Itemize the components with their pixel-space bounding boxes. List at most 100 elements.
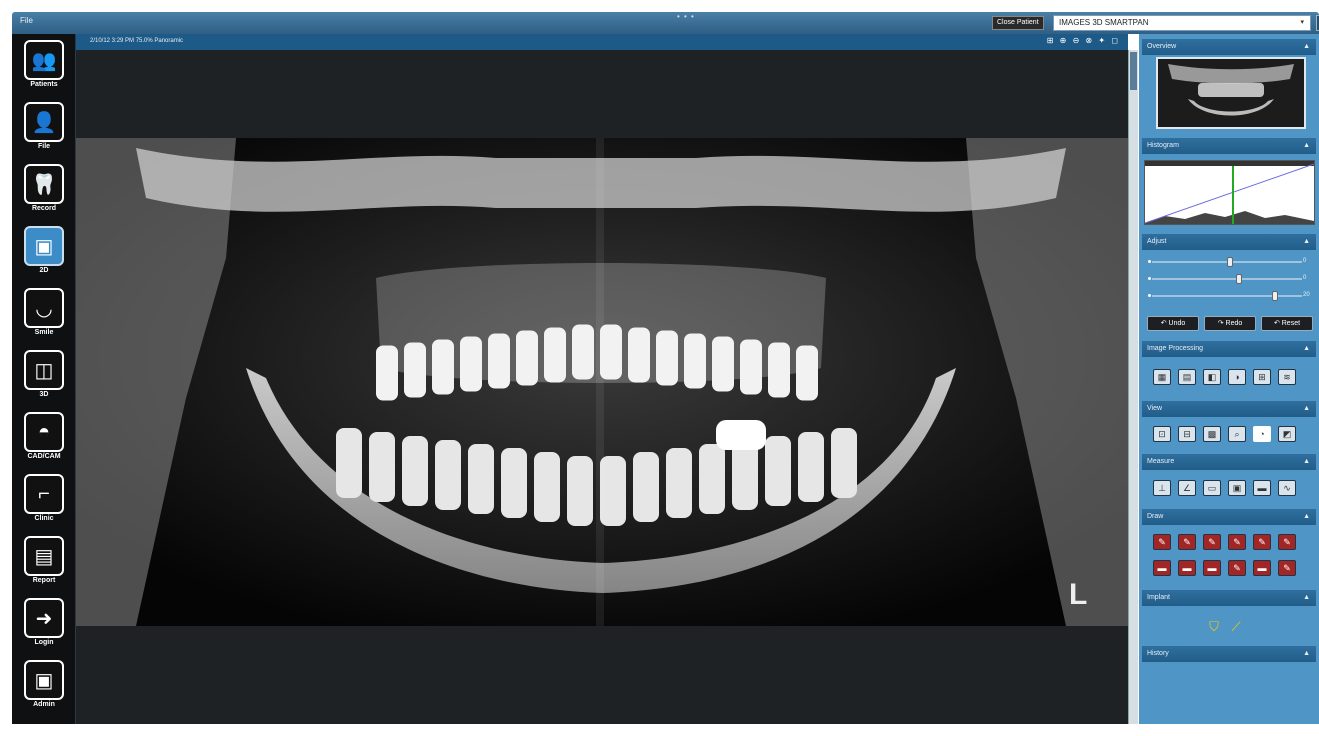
draw-ellipse-icon[interactable]: ✎	[1253, 534, 1271, 550]
wave-icon[interactable]: ≋	[1278, 369, 1296, 385]
nav-item-3d[interactable]: ◫ 3D	[18, 350, 70, 398]
report-icon[interactable]: ▤	[24, 536, 64, 576]
undo-button[interactable]: ↶ Undo	[1147, 316, 1199, 331]
implant-tool-icon[interactable]: ⟋	[1229, 619, 1243, 637]
compare-icon[interactable]: ⊟	[1178, 426, 1196, 442]
dental-chair-icon[interactable]: ⌐	[24, 474, 64, 514]
viewer-scrollbar[interactable]	[1128, 50, 1138, 724]
nav-item-record[interactable]: 🦷 Record	[18, 164, 70, 212]
collapse-caret-icon[interactable]: ▲	[1303, 646, 1310, 662]
viewer-tool-icons[interactable]: ⊞ ⊕ ⊖ ⊗ ✦ ◻	[1047, 36, 1120, 45]
nav-label: Smile	[34, 329, 54, 336]
login-arrow-icon[interactable]: ➜	[24, 598, 64, 638]
nav-label: Record	[31, 205, 57, 212]
flip-icon[interactable]: ◩	[1278, 426, 1296, 442]
crown-icon[interactable]: ◓	[24, 412, 64, 452]
density-icon[interactable]: ∿	[1278, 480, 1296, 496]
adjust-slider[interactable]	[1152, 291, 1302, 301]
collapse-caret-icon[interactable]: ▲	[1303, 590, 1310, 606]
panoramic-xray-image[interactable]: L	[76, 138, 1128, 626]
draw-stamp-icon[interactable]: ▬	[1253, 560, 1271, 576]
filter-icon[interactable]: ▤	[1178, 369, 1196, 385]
histogram-graph[interactable]	[1144, 160, 1315, 225]
section-overview[interactable]: Overview ▲	[1142, 39, 1316, 55]
draw-rect-icon[interactable]: ✎	[1228, 534, 1246, 550]
image-viewer[interactable]: 2/10/12 3:29 PM 75.0% Panoramic ⊞ ⊕ ⊖ ⊗ …	[76, 34, 1128, 724]
adjust-slider[interactable]	[1152, 257, 1302, 267]
collapse-caret-icon[interactable]: ▲	[1303, 39, 1310, 55]
zoom-icon[interactable]: ⌕	[1228, 426, 1246, 442]
nav-item-file[interactable]: 👤 File	[18, 102, 70, 150]
section-adjust[interactable]: Adjust ▲	[1142, 234, 1316, 250]
patients-icon[interactable]: 👥	[24, 40, 64, 80]
sharpen-icon[interactable]: ▦	[1153, 369, 1171, 385]
invert-icon[interactable]: ◧	[1203, 369, 1221, 385]
cube-icon[interactable]: ◫	[24, 350, 64, 390]
collapse-caret-icon[interactable]: ▲	[1303, 341, 1310, 357]
nav-label: Patients	[30, 81, 58, 88]
smile-icon[interactable]: ◡	[24, 288, 64, 328]
nav-item-report[interactable]: ▤ Report	[18, 536, 70, 584]
draw-line-icon[interactable]: ✎	[1178, 534, 1196, 550]
grid-icon[interactable]: ⊞	[1253, 369, 1271, 385]
draw-delete-icon[interactable]: ✎	[1278, 560, 1296, 576]
chevron-down-icon: ▾	[1300, 19, 1304, 26]
draw-polyline-icon[interactable]: ▬	[1153, 560, 1171, 576]
angle-icon[interactable]: ∠	[1178, 480, 1196, 496]
patient-select[interactable]: IMAGES 3D SMARTPAN ▾	[1053, 15, 1311, 31]
slider-knob[interactable]	[1227, 257, 1233, 267]
draw-fill-icon[interactable]: ▬	[1178, 560, 1196, 576]
profile-icon[interactable]: ▬	[1253, 480, 1271, 496]
slider-value: 0	[1303, 258, 1307, 264]
section-image-processing[interactable]: Image Processing ▲	[1142, 341, 1316, 357]
section-view[interactable]: View ▲	[1142, 401, 1316, 417]
close-patient-button[interactable]: Close Patient	[992, 16, 1044, 30]
draw-arrow-icon[interactable]: ✎	[1203, 534, 1221, 550]
redo-button[interactable]: ↷ Redo	[1204, 316, 1256, 331]
slider-knob[interactable]	[1236, 274, 1242, 284]
nav-item-smile[interactable]: ◡ Smile	[18, 288, 70, 336]
collapse-caret-icon[interactable]: ▲	[1303, 509, 1310, 525]
nav-item-login[interactable]: ➜ Login	[18, 598, 70, 646]
reset-button[interactable]: ↶ Reset	[1261, 316, 1313, 331]
slider-knob[interactable]	[1272, 291, 1278, 301]
section-history[interactable]: History ▲	[1142, 646, 1316, 662]
draw-color-icon[interactable]: ✎	[1228, 560, 1246, 576]
nav-label: Login	[34, 639, 54, 646]
section-implant[interactable]: Implant ▲	[1142, 590, 1316, 606]
area-icon[interactable]: ▣	[1228, 480, 1246, 496]
fit-icon[interactable]: ⊡	[1153, 426, 1171, 442]
magnify-region-icon[interactable]: ▩	[1203, 426, 1221, 442]
admin-icon[interactable]: ▣	[24, 660, 64, 700]
nav-item-cad-cam[interactable]: ◓ CAD/CAM	[18, 412, 70, 460]
draw-eraser-icon[interactable]: ▬	[1203, 560, 1221, 576]
person-icon[interactable]: 👤	[24, 102, 64, 142]
collapse-caret-icon[interactable]: ▲	[1303, 234, 1310, 250]
collapse-caret-icon[interactable]: ▲	[1303, 454, 1310, 470]
window-handle-dots[interactable]: • • •	[677, 12, 695, 21]
tooth-icon[interactable]: 🦷	[24, 164, 64, 204]
section-histogram[interactable]: Histogram ▲	[1142, 138, 1316, 154]
section-draw[interactable]: Draw ▲	[1142, 509, 1316, 525]
overview-thumbnail[interactable]	[1156, 57, 1306, 129]
2d-imaging-icon[interactable]: ▣	[24, 226, 64, 266]
ruler-icon[interactable]: ⊥	[1153, 480, 1171, 496]
section-label: Histogram	[1147, 142, 1179, 149]
collapse-caret-icon[interactable]: ▲	[1303, 401, 1310, 417]
nav-item-clinic[interactable]: ⌐ Clinic	[18, 474, 70, 522]
collapse-caret-icon[interactable]: ▲	[1303, 138, 1310, 154]
section-label: Image Processing	[1147, 345, 1204, 352]
menu-file[interactable]: File	[20, 16, 33, 25]
nav-item-admin[interactable]: ▣ Admin	[18, 660, 70, 708]
draw-pen-icon[interactable]: ✎	[1153, 534, 1171, 550]
adjust-slider[interactable]	[1152, 274, 1302, 284]
calibrate-icon[interactable]: ▭	[1203, 480, 1221, 496]
draw-text-icon[interactable]: ✎	[1278, 534, 1296, 550]
implant-icon[interactable]: ⛉	[1207, 619, 1221, 637]
contrast-icon[interactable]: ◑	[1228, 369, 1246, 385]
scrollbar-thumb[interactable]	[1130, 52, 1137, 90]
tooth-view-icon[interactable]: ◔	[1253, 426, 1271, 442]
section-measure[interactable]: Measure ▲	[1142, 454, 1316, 470]
nav-item-patients[interactable]: 👥 Patients	[18, 40, 70, 88]
nav-item-2d[interactable]: ▣ 2D	[18, 226, 70, 274]
